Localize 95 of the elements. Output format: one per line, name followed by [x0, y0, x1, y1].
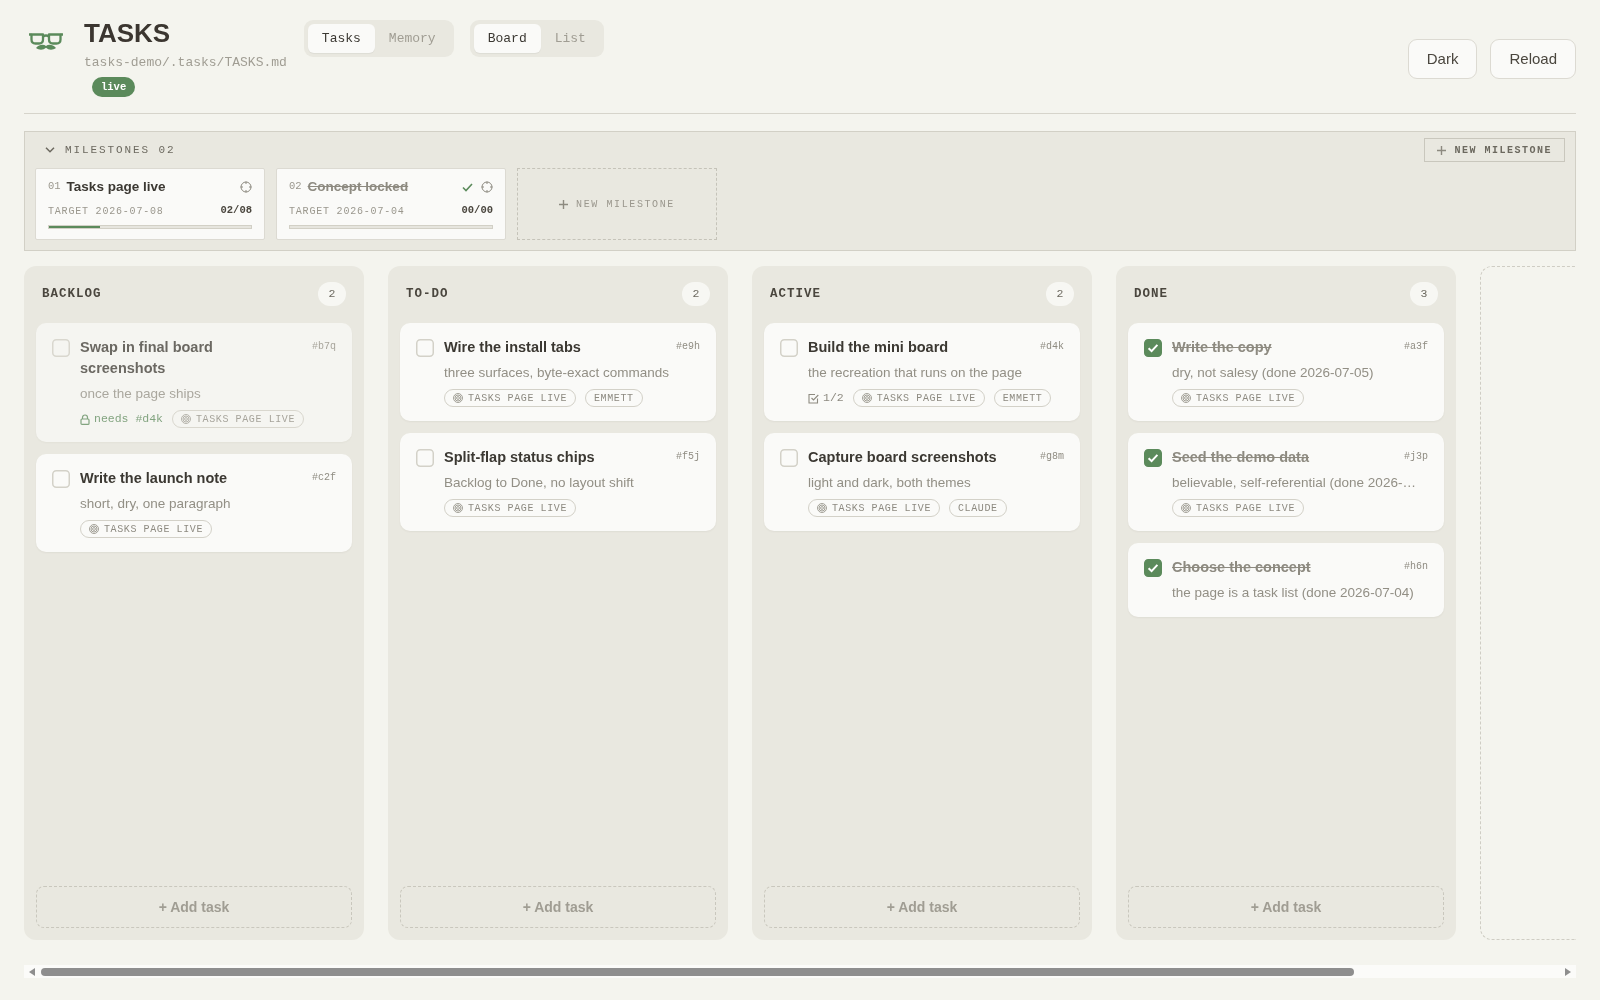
task-title: Write the launch note	[80, 469, 229, 488]
column-title: DONE	[1134, 285, 1168, 303]
task-checkbox[interactable]	[1144, 339, 1162, 357]
task-count: 2	[318, 282, 346, 306]
rings-icon	[1181, 503, 1191, 513]
task-tally: 00/00	[461, 203, 493, 219]
task-card[interactable]: Seed the demo data #j3p believable, self-referential (done 2026-… TASKS PAGE LIVE	[1128, 433, 1444, 531]
task-description: the page is a task list (done 2026-07-04)	[1172, 584, 1415, 602]
horizontal-scrollbar[interactable]	[24, 965, 1576, 978]
task-title: Build the mini board	[808, 338, 950, 357]
milestones-toggle[interactable]: MILESTONES 02	[35, 140, 176, 160]
new-milestone-button[interactable]: NEW MILESTONE	[1424, 138, 1565, 162]
rings-icon	[861, 393, 872, 403]
checked-square-icon	[808, 392, 819, 404]
dependency-note: needs #d4k	[94, 411, 163, 428]
app-title: TASKS	[84, 18, 171, 48]
task-id: #f5j	[676, 450, 700, 464]
view-tab[interactable]: Memory	[374, 24, 450, 53]
file-path: tasks-demo/.tasks/TASKS.md	[84, 55, 287, 71]
milestone-name: Concept locked	[307, 177, 409, 196]
task-id: #b7q	[312, 340, 336, 354]
task-id: #h6n	[1404, 560, 1428, 574]
layout-tab[interactable]: Board	[473, 24, 541, 53]
add-task-button[interactable]: + Add task	[1128, 886, 1444, 928]
scroll-left-icon[interactable]	[29, 967, 35, 976]
task-id: #j3p	[1404, 450, 1428, 464]
add-task-button[interactable]: + Add task	[36, 886, 352, 928]
task-description: three surfaces, byte-exact commands	[444, 364, 671, 382]
subtask-count: 1/2	[823, 390, 844, 407]
task-checkbox[interactable]	[1144, 449, 1162, 467]
task-count: 2	[682, 282, 710, 306]
task-title: Seed the demo data	[1172, 448, 1310, 467]
task-card[interactable]: Write the copy #a3f dry, not salesy (done 2026-07-05) TASKS PAGE LIVE	[1128, 323, 1444, 421]
task-tally: 02/08	[220, 203, 252, 219]
task-title: Capture board screenshots	[808, 448, 998, 467]
task-description: Backlog to Done, no layout shift	[444, 474, 635, 492]
check-icon	[462, 182, 473, 192]
task-title: Swap in final board screenshots	[80, 338, 214, 378]
column-title: TO-DO	[406, 285, 449, 303]
milestone-card[interactable]: 01 Tasks page live TARGET 2026-07-08 02/08	[35, 168, 265, 240]
task-description: believable, self-referential (done 2026-…	[1172, 474, 1417, 492]
task-card[interactable]: Wire the install tabs #e9h three surfaces, byte-exact commands TASKS PAGE LIVE EMMETT	[400, 323, 716, 421]
add-task-button[interactable]: + Add task	[400, 886, 716, 928]
task-description: short, dry, one paragraph	[80, 495, 232, 513]
task-id: #a3f	[1404, 340, 1428, 354]
task-card[interactable]: Split-flap status chips #f5j Backlog to Done, no layout shift TASKS PAGE LIVE	[400, 433, 716, 531]
task-title: Split-flap status chips	[444, 448, 596, 467]
task-title: Wire the install tabs	[444, 338, 582, 357]
task-id: #e9h	[676, 340, 700, 354]
task-description: the recreation that runs on the page	[808, 364, 1023, 382]
theme-button[interactable]: Dark	[1407, 39, 1478, 79]
task-title: Write the copy	[1172, 338, 1273, 357]
column-title: BACKLOG	[42, 285, 102, 303]
task-card[interactable]: Write the launch note #c2f short, dry, one paragraph TASKS PAGE LIVE	[36, 454, 352, 552]
plus-icon	[1437, 145, 1447, 155]
scroll-right-icon[interactable]	[1565, 967, 1571, 976]
task-card[interactable]: Build the mini board #d4k the recreation that runs on the page 1/2 TASKS PAGE LIVE EMMETT	[764, 323, 1080, 421]
layout-tab[interactable]: List	[540, 24, 600, 53]
lock-icon	[80, 413, 90, 425]
rings-icon	[1181, 393, 1191, 403]
task-card[interactable]: Swap in final board screenshots #b7q once the page ships needs #d4k TASKS PAGE LIVE	[36, 323, 352, 442]
plus-icon	[559, 199, 569, 209]
milestone-card[interactable]: 02 Concept locked TARGET 2026-07-04 00/00	[276, 168, 506, 240]
milestone-number: 02	[289, 179, 302, 195]
rings-icon	[89, 524, 99, 534]
milestone-name: Tasks page live	[66, 177, 166, 196]
rings-icon	[817, 503, 827, 513]
rings-icon	[181, 414, 191, 424]
task-checkbox[interactable]	[1144, 559, 1162, 577]
milestone-number: 01	[48, 179, 61, 195]
task-count: 3	[1410, 282, 1438, 306]
rings-icon	[453, 503, 463, 513]
view-tab[interactable]: Tasks	[307, 24, 375, 53]
task-count: 2	[1046, 282, 1074, 306]
column-title: ACTIVE	[770, 285, 821, 303]
add-task-button[interactable]: + Add task	[764, 886, 1080, 928]
task-id: #g8m	[1040, 450, 1064, 464]
scrollbar-thumb[interactable]	[41, 967, 1355, 976]
task-description: dry, not salesy (done 2026-07-05)	[1172, 364, 1375, 382]
task-id: #d4k	[1040, 340, 1064, 354]
crosshair-icon	[481, 181, 493, 193]
status-badge: live	[92, 77, 136, 97]
task-id: #c2f	[312, 471, 336, 485]
task-card[interactable]: Choose the concept #h6n the page is a task list (done 2026-07-04)	[1128, 543, 1444, 617]
add-milestone-card[interactable]: NEW MILESTONE	[517, 168, 717, 240]
task-title: Choose the concept	[1172, 558, 1312, 577]
task-card[interactable]: Capture board screenshots #g8m light and dark, both themes TASKS PAGE LIVE CLAUDE	[764, 433, 1080, 531]
rings-icon	[453, 393, 463, 403]
reload-button[interactable]: Reload	[1490, 39, 1576, 79]
crosshair-icon	[240, 181, 252, 193]
task-description: once the page ships	[80, 385, 202, 403]
glasses-mustache-icon	[28, 32, 64, 52]
task-description: light and dark, both themes	[808, 474, 972, 492]
milestone-target: TARGET 2026-07-08	[48, 204, 164, 219]
milestone-target: TARGET 2026-07-04	[289, 204, 405, 219]
